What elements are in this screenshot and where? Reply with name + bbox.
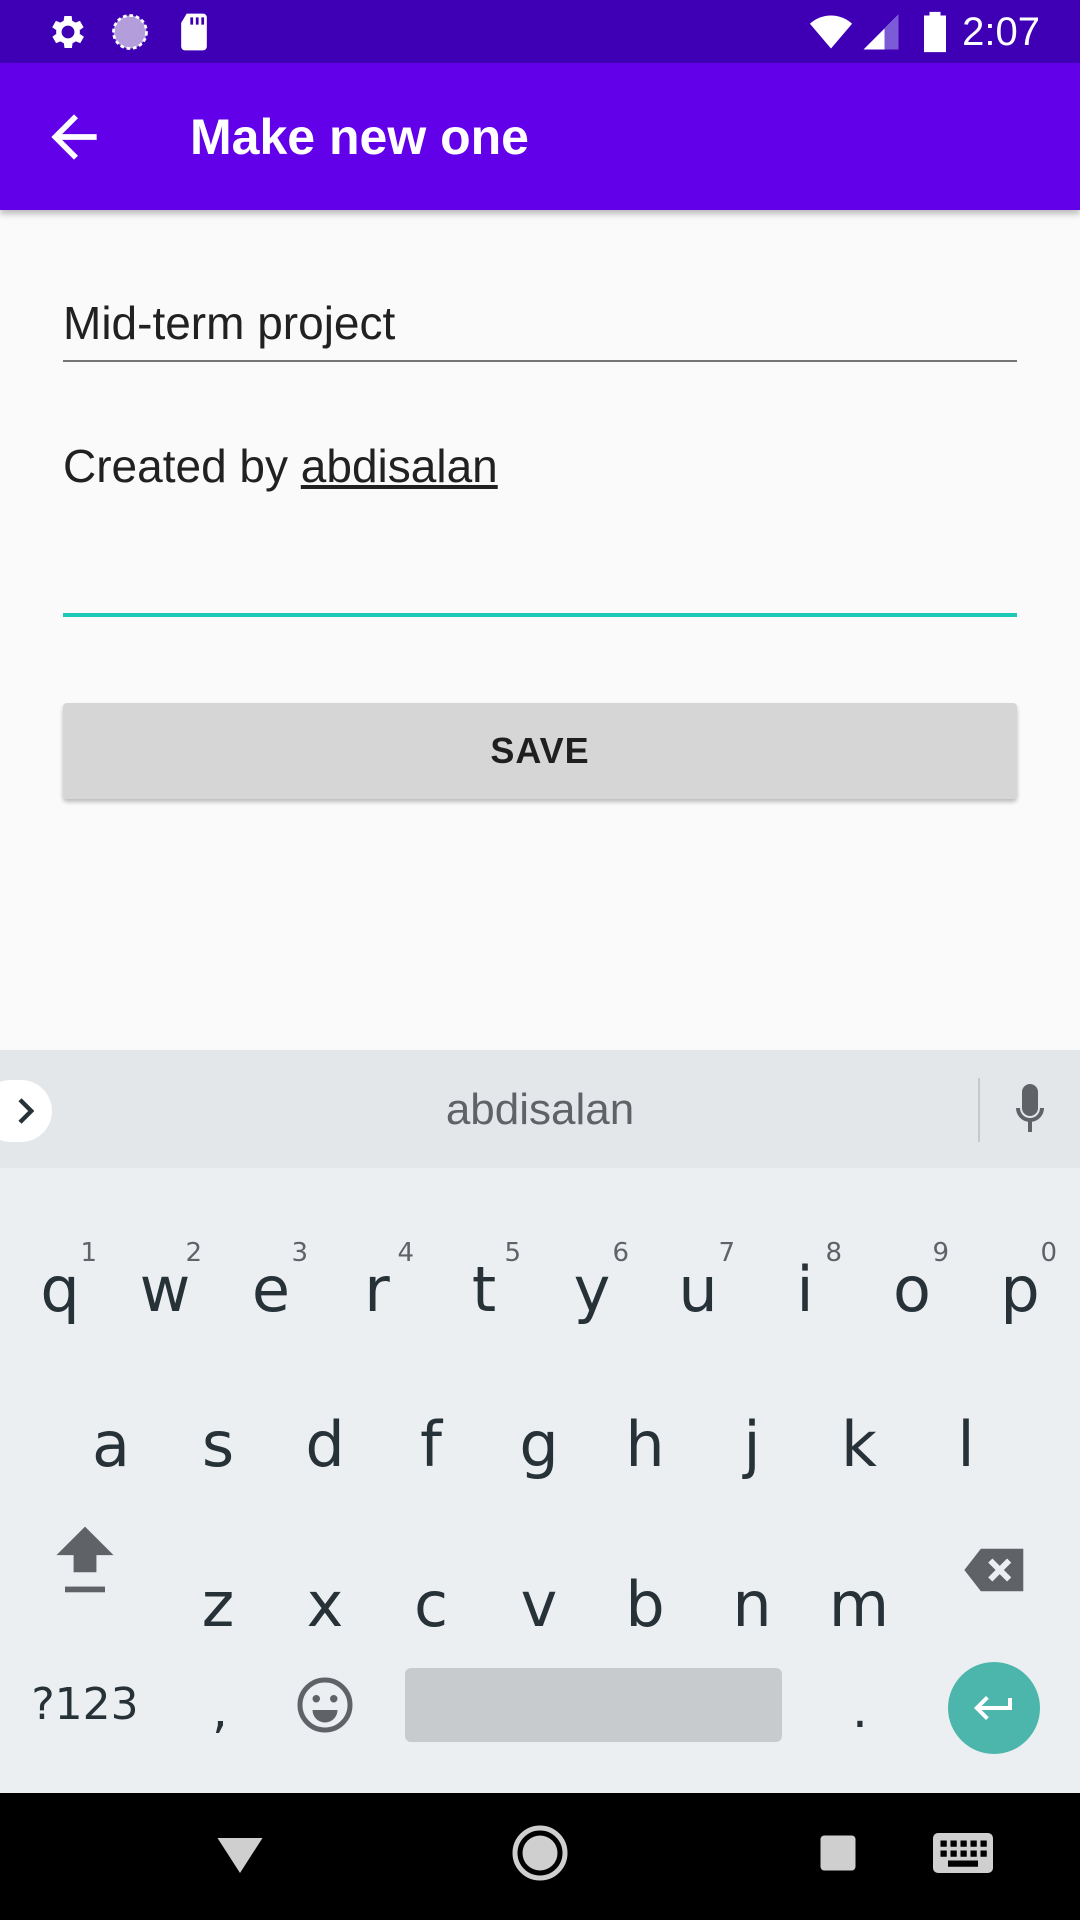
settings-icon [52, 16, 84, 48]
key-hint: 1 [80, 1238, 97, 1268]
suggestion-divider [978, 1078, 980, 1142]
enter-key[interactable] [948, 1662, 1040, 1754]
key-j[interactable]: j [707, 1395, 797, 1495]
key-hint: 9 [932, 1238, 949, 1268]
key-d[interactable]: d [280, 1395, 370, 1495]
recents-icon[interactable] [808, 1823, 868, 1883]
key-comma[interactable]: , [180, 1660, 260, 1760]
key-hint: 0 [1040, 1238, 1057, 1268]
key-hint: 8 [825, 1238, 842, 1268]
key-period[interactable]: . [820, 1660, 900, 1760]
page-title: Make new one [190, 109, 529, 165]
home-icon[interactable] [510, 1823, 570, 1883]
navigation-bar [0, 1793, 1080, 1920]
key-u[interactable]: u7 [653, 1238, 743, 1340]
key-e[interactable]: e3 [226, 1238, 316, 1340]
key-g[interactable]: g [494, 1395, 584, 1495]
key-w[interactable]: w2 [120, 1238, 210, 1340]
key-m[interactable]: m [814, 1555, 904, 1655]
key-y[interactable]: y6 [547, 1238, 637, 1340]
word-suggestion[interactable]: abdisalan [300, 1080, 780, 1140]
microphone-icon[interactable] [1005, 1082, 1055, 1138]
key-b[interactable]: b [600, 1555, 690, 1655]
shift-icon[interactable] [50, 1518, 120, 1598]
battery-icon [924, 11, 946, 53]
key-t[interactable]: t5 [439, 1238, 529, 1340]
key-hint: 6 [612, 1238, 629, 1268]
backspace-icon[interactable] [962, 1535, 1028, 1605]
sync-icon [112, 14, 148, 50]
key-l[interactable]: l [921, 1395, 1011, 1495]
signal-icon [863, 14, 899, 50]
key-v[interactable]: v [494, 1555, 584, 1655]
back-triangle-icon[interactable] [210, 1823, 270, 1883]
key-hint: 4 [397, 1238, 414, 1268]
key-hint: 7 [718, 1238, 735, 1268]
wifi-icon [809, 15, 853, 49]
sd-card-icon [181, 13, 207, 51]
key-s[interactable]: s [173, 1395, 263, 1495]
description-input[interactable]: Created by abdisalan [63, 430, 1017, 617]
title-input[interactable]: Mid-term project [63, 290, 1017, 362]
suggestion-toggle-button[interactable] [0, 1080, 52, 1142]
key-a[interactable]: a [66, 1395, 156, 1495]
key-hint: 3 [291, 1238, 308, 1268]
save-button[interactable]: SAVE [63, 703, 1017, 799]
key-n[interactable]: n [707, 1555, 797, 1655]
enter-arrow-icon [974, 1696, 1012, 1720]
status-bar: 2:07 [0, 0, 1080, 63]
chevron-right-icon [18, 1098, 35, 1124]
key-q[interactable]: q1 [15, 1238, 105, 1340]
key-z[interactable]: z [173, 1555, 263, 1655]
symbols-key[interactable]: ?123 [20, 1655, 150, 1755]
description-prefix: Created by [63, 440, 301, 492]
key-i[interactable]: i8 [760, 1238, 850, 1340]
key-x[interactable]: x [280, 1555, 370, 1655]
app-bar: Make new one [0, 63, 1080, 210]
key-h[interactable]: h [600, 1395, 690, 1495]
key-hint: 2 [185, 1238, 202, 1268]
key-f[interactable]: f [386, 1395, 476, 1495]
soft-keyboard: abdisalan q1 w2 e3 r4 t5 y6 u7 i8 o9 p0 … [0, 1050, 1080, 1793]
space-key[interactable] [405, 1668, 782, 1742]
key-c[interactable]: c [386, 1555, 476, 1655]
key-r[interactable]: r4 [332, 1238, 422, 1340]
key-o[interactable]: o9 [867, 1238, 957, 1340]
key-hint: 5 [504, 1238, 521, 1268]
suggestion-bar: abdisalan [0, 1050, 1080, 1168]
emoji-icon[interactable] [295, 1675, 355, 1735]
arrow-back-icon[interactable] [40, 103, 108, 171]
key-p[interactable]: p0 [975, 1238, 1065, 1340]
keyboard-icon[interactable] [930, 1823, 996, 1883]
key-k[interactable]: k [814, 1395, 904, 1495]
status-time: 2:07 [962, 10, 1040, 54]
description-composing-word: abdisalan [300, 440, 498, 492]
